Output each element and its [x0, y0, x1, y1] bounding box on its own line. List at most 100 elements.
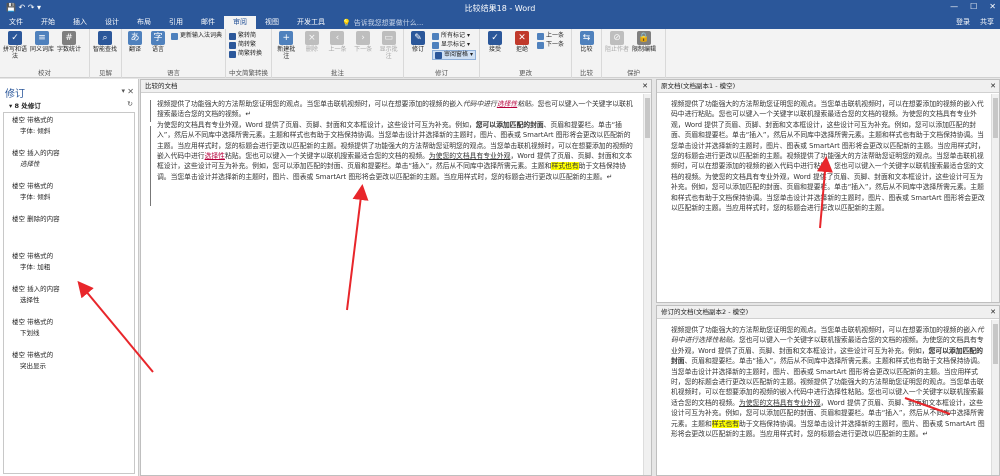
- tab-mailings[interactable]: 邮件: [192, 16, 224, 29]
- comment-plus-icon: +: [279, 31, 294, 45]
- revision-list[interactable]: 楼空 带格式的 字体: 倾斜 楼空 插入的内容 选择性 楼空 带格式的 字体: 倾斜 …: [3, 112, 135, 474]
- dictionary-icon: [170, 32, 178, 40]
- tab-review[interactable]: 审阅: [224, 16, 256, 29]
- paragraph: 为使您的文档具有专业外观，Word 提供了页眉、页脚、封面和文本框设计，这些设计…: [157, 120, 633, 181]
- revision-item[interactable]: 楼空 带格式的 字体: 倾斜: [12, 115, 53, 137]
- group-comments: + 新建批注 × 删除 ‹ 上一条 › 下一条 ▭ 显示批注 批注: [272, 29, 404, 78]
- group-insights: ⌕ 智能查找 见解: [90, 29, 122, 78]
- abc-check-icon: ✓: [8, 31, 22, 45]
- group-changes: ✓ 接受 ✕ 拒绝 上一条 下一条 更改: [480, 29, 572, 78]
- tab-references[interactable]: 引用: [160, 16, 192, 29]
- compared-document-title: 比较的文档: [141, 80, 651, 93]
- book-icon: ≡: [35, 31, 49, 45]
- comment-prev-icon: ‹: [330, 31, 345, 45]
- close-icon[interactable]: ✕: [127, 87, 134, 96]
- lightbulb-icon: 💡: [342, 18, 351, 27]
- vertical-scrollbar[interactable]: [643, 94, 651, 475]
- original-document-body[interactable]: 视频提供了功能强大的方法帮助您证明您的观点。当您单击联机视频时，可以在想要添加的…: [657, 94, 991, 302]
- maximize-button[interactable]: ☐: [970, 2, 977, 11]
- tab-file[interactable]: 文件: [0, 16, 32, 29]
- group-chinese-conversion: 繁转简 简转繁 简繁转换 中文简繁转换: [226, 29, 272, 78]
- convert-icon: [229, 50, 236, 58]
- convert-icon: [229, 32, 236, 40]
- abc-123-icon: #: [62, 31, 76, 45]
- simp-to-trad-button[interactable]: 简转繁: [229, 41, 262, 49]
- revision-item[interactable]: 楼空 带格式的 字体: 加粗: [12, 251, 53, 273]
- revision-item[interactable]: 楼空 插入的内容 选择性: [12, 148, 60, 170]
- minimize-button[interactable]: —: [950, 2, 958, 11]
- group-tracking: ✎ 修订 所有标记 ▾ 显示标记 ▾ 审阅窗格 ▾ 修订: [404, 29, 480, 78]
- markup-select[interactable]: 所有标记 ▾: [431, 32, 476, 40]
- paragraph: 视频提供了功能强大的方法帮助您证明您的观点。当您单击联机视频时，可以在想要添加的…: [157, 100, 633, 119]
- window-title: 比较结果18 - Word: [464, 4, 536, 13]
- revision-item[interactable]: 楼空 删除的内容: [12, 214, 60, 225]
- revision-item[interactable]: 楼空 带格式的 下划线: [12, 317, 53, 339]
- tab-home[interactable]: 开始: [32, 16, 64, 29]
- tab-layout[interactable]: 布局: [128, 16, 160, 29]
- original-document-title: 原文档(文档副本1 - 模空): [657, 80, 999, 93]
- group-label-chinese: 中文简繁转换: [229, 69, 268, 77]
- tab-insert[interactable]: 插入: [64, 16, 96, 29]
- tell-me-box[interactable]: 💡 告诉我您想要做什么...: [334, 18, 423, 28]
- vertical-scrollbar[interactable]: [991, 320, 999, 475]
- prev-change-icon: [537, 32, 544, 40]
- group-language: あ翻译 字语言 更新输入法词典 语言: [122, 29, 226, 78]
- next-change-button[interactable]: 下一条: [537, 41, 564, 49]
- close-icon[interactable]: ✕: [990, 306, 996, 319]
- lock-icon: 🔒: [637, 31, 651, 45]
- group-label-insights: 见解: [99, 69, 112, 77]
- trad-to-simp-button[interactable]: 繁转简: [229, 32, 262, 40]
- prev-change-button[interactable]: 上一条: [537, 32, 564, 40]
- next-change-icon: [537, 41, 544, 49]
- update-ime-dictionary-button[interactable]: 更新输入法词典: [170, 32, 222, 40]
- group-compare: ⇆ 比较 比较: [572, 29, 602, 78]
- compared-document-pane[interactable]: 比较的文档 ✕ 视频提供了功能强大的方法帮助您证明您的观点。当您单击联机视频时，…: [140, 79, 652, 476]
- revised-document-title: 修订的文档(文档副本2 - 模空): [657, 306, 999, 319]
- group-label-compare: 比较: [580, 69, 593, 77]
- revised-document-body[interactable]: 视频提供了功能强大的方法帮助您证明您的观点。当您单击联机视频时，可以在想要添加的…: [657, 320, 991, 475]
- pane-options-icon[interactable]: ▾: [121, 87, 125, 95]
- revision-item[interactable]: 楼空 带格式的 突出显示: [12, 350, 53, 372]
- convert-icon: [229, 41, 236, 49]
- tab-view[interactable]: 视图: [256, 16, 288, 29]
- compared-document-body[interactable]: 视频提供了功能强大的方法帮助您证明您的观点。当您单击联机视频时，可以在想要添加的…: [141, 94, 643, 475]
- revised-document-pane[interactable]: 修订的文档(文档副本2 - 模空) ✕ 视频提供了功能强大的方法帮助您证明您的观…: [656, 305, 1000, 476]
- language-icon: 字: [150, 31, 165, 45]
- group-label-comments: 批注: [331, 69, 344, 77]
- paragraph: 视频提供了功能强大的方法帮助您证明您的观点。当您单击联机视频时，可以在想要添加的…: [671, 326, 985, 439]
- scrollbar-thumb[interactable]: [993, 98, 998, 138]
- sign-in-link[interactable]: 登录: [956, 16, 970, 29]
- vertical-scrollbar[interactable]: [991, 94, 999, 302]
- show-markup-dropdown[interactable]: 显示标记 ▾: [431, 41, 476, 49]
- refresh-icon[interactable]: ↻: [127, 100, 133, 108]
- scrollbar-thumb[interactable]: [645, 98, 650, 138]
- compare-icon: ⇆: [579, 31, 594, 45]
- revision-count[interactable]: ▾ 8 处修订: [9, 100, 41, 110]
- reject-icon: ✕: [515, 31, 529, 45]
- group-protect: ⊘ 阻止作者 🔒 限制编辑 保护: [602, 29, 666, 78]
- ribbon-tabs: 文件 开始 插入 设计 布局 引用 邮件 审阅 视图 开发工具 💡 告诉我您想要…: [0, 16, 1000, 29]
- accept-icon: ✓: [488, 31, 502, 45]
- reviewing-pane-dropdown[interactable]: 审阅窗格 ▾: [431, 50, 476, 60]
- share-button[interactable]: 共享: [980, 16, 994, 29]
- group-label-tracking: 修订: [435, 69, 448, 77]
- tab-design[interactable]: 设计: [96, 16, 128, 29]
- original-document-pane[interactable]: 原文档(文档副本1 - 模空) ✕ 视频提供了功能强大的方法帮助您证明您的观点。…: [656, 79, 1000, 303]
- scrollbar-thumb[interactable]: [993, 324, 998, 364]
- revisions-pane: 修订 ▾ ✕ ▾ 8 处修订 ↻ 楼空 带格式的 字体: 倾斜 楼空 插入的内容选…: [0, 79, 139, 476]
- block-authors-icon: ⊘: [610, 31, 624, 45]
- revision-item[interactable]: 楼空 带格式的 字体: 倾斜: [12, 181, 53, 203]
- tab-developer[interactable]: 开发工具: [288, 16, 334, 29]
- title-bar: 💾 ↶ ↷ ▾ 比较结果18 - Word — ☐ ✕: [0, 0, 1000, 16]
- track-changes-icon: ✎: [410, 31, 425, 45]
- chinese-conversion-button[interactable]: 简繁转换: [229, 50, 262, 58]
- group-label-proofing: 校对: [38, 69, 51, 77]
- group-label-protect: 保护: [627, 69, 640, 77]
- close-button[interactable]: ✕: [989, 2, 996, 11]
- tell-me-placeholder: 告诉我您想要做什么...: [353, 18, 424, 27]
- comment-delete-icon: ×: [304, 31, 319, 45]
- close-icon[interactable]: ✕: [642, 80, 648, 93]
- close-icon[interactable]: ✕: [990, 80, 996, 93]
- revisions-pane-title: 修订: [5, 89, 25, 100]
- revision-item[interactable]: 楼空 插入的内容 选择性: [12, 284, 60, 306]
